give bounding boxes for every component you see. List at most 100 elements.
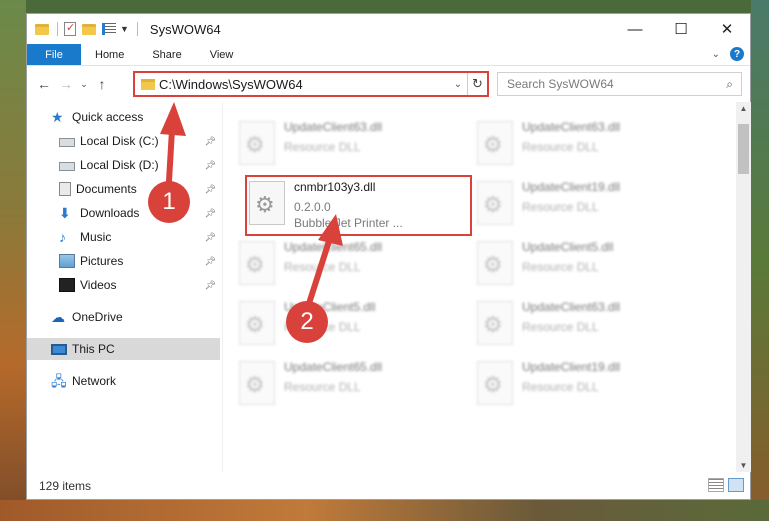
address-path[interactable]: C:\Windows\SysWOW64 [159,77,449,92]
chevron-down-icon[interactable]: ⌄ [712,49,720,60]
close-button[interactable]: ✕ [704,14,750,44]
file-explorer-window: ▼ SysWOW64 — ☐ ✕ File Home Share View ⌄ … [26,13,751,500]
divider [57,22,58,36]
file-item[interactable]: UpdateClient63.dll Resource DLL [471,296,696,350]
file-type: Resource DLL [284,140,361,154]
nav-label: Quick access [72,110,144,124]
nav-label: Network [72,374,117,388]
help-icon[interactable]: ? [730,47,744,61]
quick-access-dropdown-icon[interactable]: ▼ [120,24,129,34]
dll-file-icon [239,301,275,345]
nav-network[interactable]: 🖧︎ Network [51,370,221,392]
folder-icon [35,23,49,35]
item-count: 129 items [39,478,92,493]
desktop-wallpaper-left [0,0,26,521]
file-name: UpdateClient63.dll [284,120,383,134]
file-item[interactable]: UpdateClient63.dll Resource DLL [471,116,696,170]
scroll-down-icon[interactable]: ▼ [736,461,751,470]
ribbon-tabs: File Home Share View ⌄ ? [27,44,750,66]
large-icons-view-icon[interactable] [728,478,744,492]
file-item[interactable]: UpdateClient5.dll Resource DLL [471,236,696,290]
file-type: Resource DLL [522,320,599,334]
tab-share[interactable]: Share [138,44,195,65]
file-type: Resource DLL [522,260,599,274]
pin-icon: 📌︎ [204,255,216,266]
nav-documents[interactable]: Documents 📌︎ [59,178,222,200]
minimize-button[interactable]: — [612,14,658,44]
nav-downloads[interactable]: ⬇ Downloads 📌︎ [59,202,222,224]
videos-icon [59,278,75,292]
file-item[interactable]: UpdateClient65.dll Resource DLL [233,356,458,410]
refresh-icon[interactable]: ↻ [467,73,487,95]
properties-icon[interactable] [102,23,116,35]
nav-music[interactable]: ♪ Music 📌︎ [59,226,222,248]
file-type: Resource DLL [522,140,599,154]
nav-label: Local Disk (D:) [80,158,159,172]
dll-file-icon [239,241,275,285]
network-icon: 🖧︎ [51,373,67,389]
step-2-badge: 2 [286,301,328,343]
dll-file-icon [477,361,513,405]
highlight-box-selected-file [245,175,472,236]
file-name: UpdateClient65.dll [284,360,383,374]
nav-local-disk-c[interactable]: Local Disk (C:) 📌︎ [59,130,222,152]
vertical-scrollbar[interactable]: ▲ ▼ [736,102,751,472]
scroll-up-icon[interactable]: ▲ [736,104,751,113]
view-buttons [708,478,744,492]
nav-this-pc[interactable]: This PC [27,338,220,360]
star-icon: ★ [51,109,64,125]
file-type: Resource DLL [284,380,361,394]
up-arrow-icon[interactable]: ↑ [91,76,113,92]
nav-label: Music [80,230,112,244]
disk-icon [59,162,75,171]
nav-videos[interactable]: Videos 📌︎ [59,274,222,296]
nav-local-disk-d[interactable]: Local Disk (D:) 📌︎ [59,154,222,176]
search-input[interactable]: Search SysWOW64 ⌕ [497,72,742,96]
nav-label: Videos [80,278,117,292]
file-item[interactable]: UpdateClient19.dll Resource DLL [471,176,696,230]
nav-quick-access[interactable]: ★ Quick access [51,106,221,128]
forward-arrow-icon[interactable]: → [55,76,77,92]
file-item[interactable]: UpdateClient19.dll Resource DLL [471,356,696,410]
file-item[interactable]: UpdateClient65.dll Resource DLL [233,236,458,290]
step-1-badge: 1 [148,181,190,223]
details-view-icon[interactable] [708,478,724,492]
pictures-icon [59,254,75,268]
file-name: UpdateClient63.dll [522,300,621,314]
title-bar[interactable]: ▼ SysWOW64 — ☐ ✕ [27,14,750,44]
window-title: SysWOW64 [149,21,221,37]
file-list: UpdateClient63.dll Resource DLL UpdateCli… [223,102,735,472]
pin-icon: 📌︎ [204,183,216,194]
maximize-button[interactable]: ☐ [658,14,704,44]
file-name: UpdateClient65.dll [284,240,383,254]
dll-file-icon [239,361,275,405]
nav-onedrive[interactable]: ☁ OneDrive [51,306,221,328]
tab-home[interactable]: Home [81,44,138,65]
file-name: UpdateClient63.dll [522,120,621,134]
scrollbar-thumb[interactable] [738,124,749,174]
tab-file[interactable]: File [27,44,81,65]
file-name: UpdateClient5.dll [522,240,614,254]
tab-view[interactable]: View [196,44,248,65]
pin-icon: 📌︎ [204,279,216,290]
address-history-chevron-icon[interactable]: ⌄ [449,79,467,90]
divider [136,22,138,36]
file-item[interactable]: UpdateClient5.dllResource DLL [233,296,458,350]
search-icon[interactable]: ⌕ [726,77,733,92]
new-folder-icon[interactable] [82,23,96,35]
address-row: ← → ⌄ ↑ C:\Windows\SysWOW64 ⌄ ↻ Search S… [27,66,750,102]
properties-check-icon[interactable] [64,21,76,36]
address-bar[interactable]: C:\Windows\SysWOW64 ⌄ ↻ [133,71,489,97]
file-item[interactable]: UpdateClient63.dll Resource DLL [233,116,458,170]
nav-label: Documents [76,182,137,196]
recent-locations-chevron-icon[interactable]: ⌄ [77,79,91,90]
computer-icon [51,343,67,355]
pin-icon: 📌︎ [204,159,216,170]
documents-icon [59,182,71,196]
back-arrow-icon[interactable]: ← [33,76,55,92]
dll-file-icon [477,181,513,225]
pin-icon: 📌︎ [204,207,216,218]
desktop-wallpaper-bottom [0,500,769,521]
nav-pictures[interactable]: Pictures 📌︎ [59,250,222,272]
file-type: Resource DLL [522,200,599,214]
